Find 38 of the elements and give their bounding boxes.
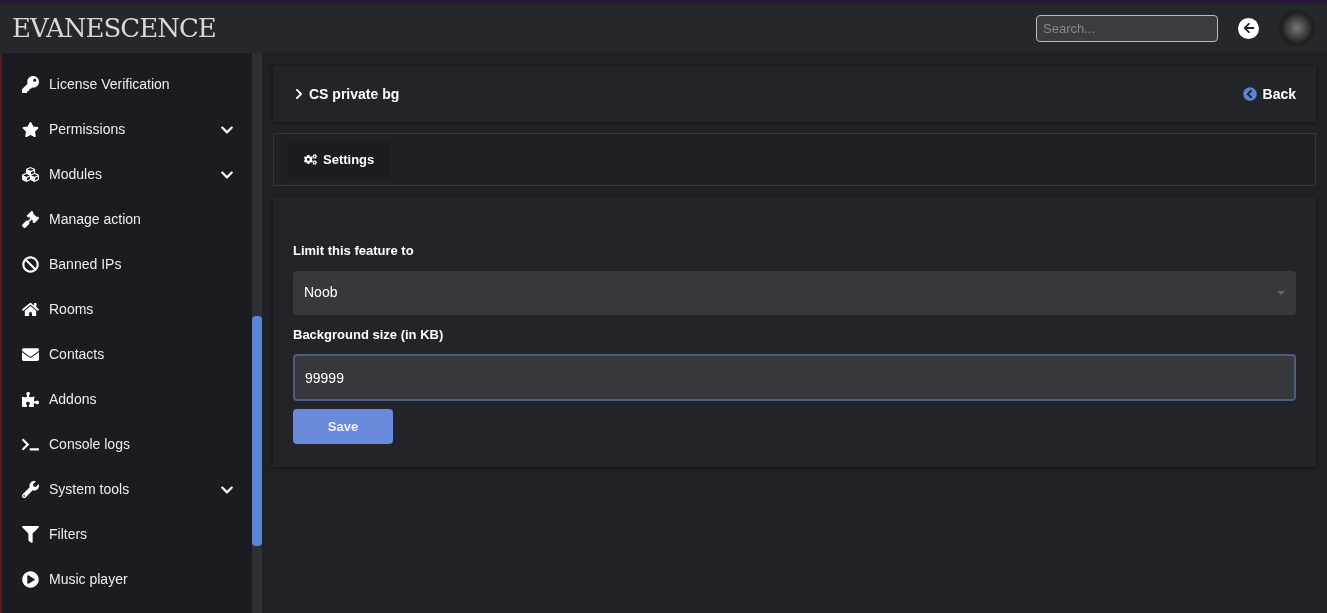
logo: EVANESCENCE — [12, 15, 216, 41]
chevron-circle-left-icon — [1242, 87, 1257, 101]
cubes-icon — [21, 166, 39, 183]
sidebar-item[interactable]: System tools — [2, 467, 252, 512]
sidebar-item[interactable]: Modules — [2, 152, 252, 197]
back-button[interactable]: Back — [1242, 83, 1296, 105]
sidebar-item[interactable]: Console logs — [2, 422, 252, 467]
ban-icon — [21, 256, 39, 273]
input-field[interactable]: 99999 — [293, 354, 1296, 401]
chevron-right-icon — [293, 88, 305, 100]
sidebar-item[interactable]: Addons — [2, 377, 252, 422]
sidebar-item[interactable]: License Verification — [2, 62, 252, 107]
sidebar-item[interactable]: Rooms — [2, 287, 252, 332]
select-field[interactable]: Noob — [293, 270, 1296, 315]
page-title: CS private bg — [309, 84, 400, 104]
field-label: Background size (in KB) — [293, 325, 445, 344]
star-icon — [21, 121, 39, 138]
home-icon — [21, 301, 39, 318]
sidebar-item[interactable]: Permissions — [2, 107, 252, 152]
wrench-icon — [21, 481, 39, 498]
tab[interactable]: Settings — [288, 140, 391, 179]
key-icon — [21, 76, 39, 93]
scrollbar-thumb[interactable] — [252, 316, 262, 546]
sidebar-item[interactable]: Filters — [2, 512, 252, 557]
sidebar-item[interactable]: Manage action — [2, 197, 252, 242]
avatar[interactable] — [1279, 10, 1315, 46]
field-label: Limit this feature to — [293, 242, 415, 260]
search-field[interactable]: Search... — [1036, 14, 1218, 42]
filter-icon — [21, 526, 39, 543]
gavel-icon — [21, 211, 39, 228]
sidebar-item[interactable]: Music player — [2, 557, 252, 602]
puzzle-icon — [21, 391, 39, 408]
sidebar-item[interactable]: Banned IPs — [2, 242, 252, 287]
gears-icon — [304, 153, 317, 166]
envelope-icon — [21, 346, 39, 363]
sidebar-item[interactable]: Contacts — [2, 332, 252, 377]
play-icon — [21, 571, 39, 588]
terminal-icon — [21, 436, 39, 453]
